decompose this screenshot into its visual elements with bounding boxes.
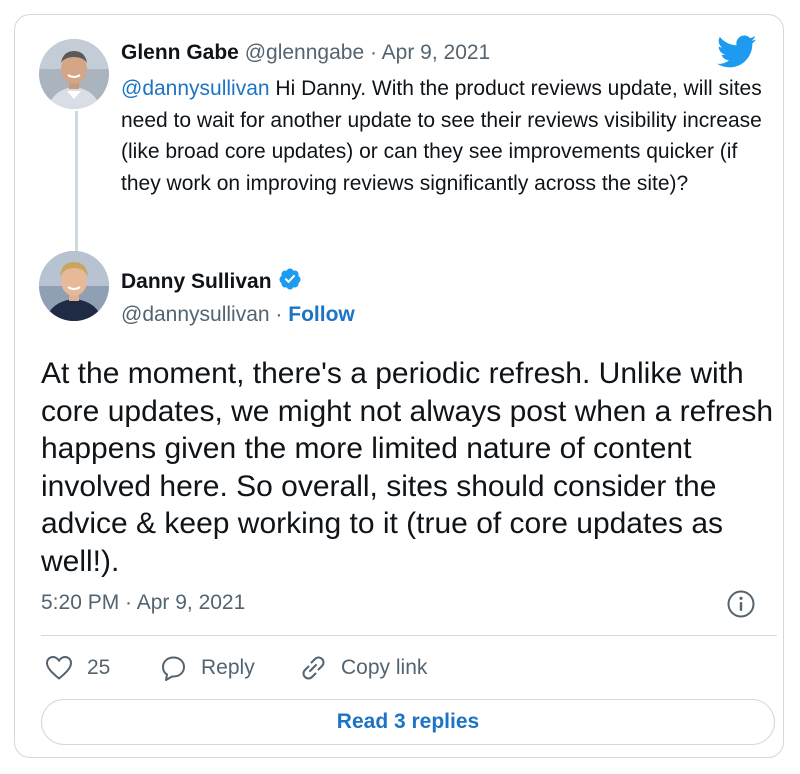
copy-link-button[interactable]: Copy link [297, 651, 427, 685]
author-name: Danny Sullivan [121, 267, 302, 296]
tweet-timestamp[interactable]: 5:20 PM · Apr 9, 2021 [41, 589, 245, 617]
like-count: 25 [87, 656, 111, 679]
reply-button[interactable]: Reply [159, 651, 255, 685]
read-replies-button[interactable]: Read 3 replies [41, 699, 775, 745]
author-name-text[interactable]: Danny Sullivan [121, 270, 272, 293]
thread-line [75, 111, 78, 251]
twitter-bird-icon[interactable] [717, 35, 757, 69]
divider [41, 635, 777, 636]
like-button[interactable]: 25 [45, 651, 110, 685]
parent-separator: · [369, 41, 377, 64]
verified-badge-icon [278, 267, 302, 291]
parent-header: Glenn Gabe @glenngabe · Apr 9, 2021 [121, 39, 490, 67]
copy-link-label: Copy link [341, 656, 428, 679]
parent-author-name[interactable]: Glenn Gabe [121, 41, 239, 64]
parent-date[interactable]: Apr 9, 2021 [382, 41, 491, 64]
heart-icon [45, 655, 87, 681]
author-handle[interactable]: @dannysullivan [121, 303, 270, 326]
author-avatar[interactable] [39, 251, 109, 321]
parent-author-handle[interactable]: @glenngabe [245, 41, 364, 64]
reply-label: Reply [201, 656, 255, 679]
mention-link[interactable]: @dannysullivan [121, 77, 270, 100]
author-handle-row: @dannysullivan · Follow [121, 301, 355, 329]
handle-separator: · [275, 303, 283, 326]
speech-bubble-icon [159, 654, 201, 682]
tweet-text: At the moment, there's a periodic refres… [41, 357, 774, 578]
info-icon[interactable] [726, 589, 756, 619]
tweet-card: Glenn Gabe @glenngabe · Apr 9, 2021 @dan… [14, 14, 784, 758]
parent-tweet-text: @dannysullivan Hi Danny. With the produc… [121, 73, 771, 199]
parent-avatar[interactable] [39, 39, 109, 109]
follow-link[interactable]: Follow [288, 303, 355, 326]
read-replies-label: Read 3 replies [336, 710, 480, 733]
link-icon [297, 654, 341, 682]
